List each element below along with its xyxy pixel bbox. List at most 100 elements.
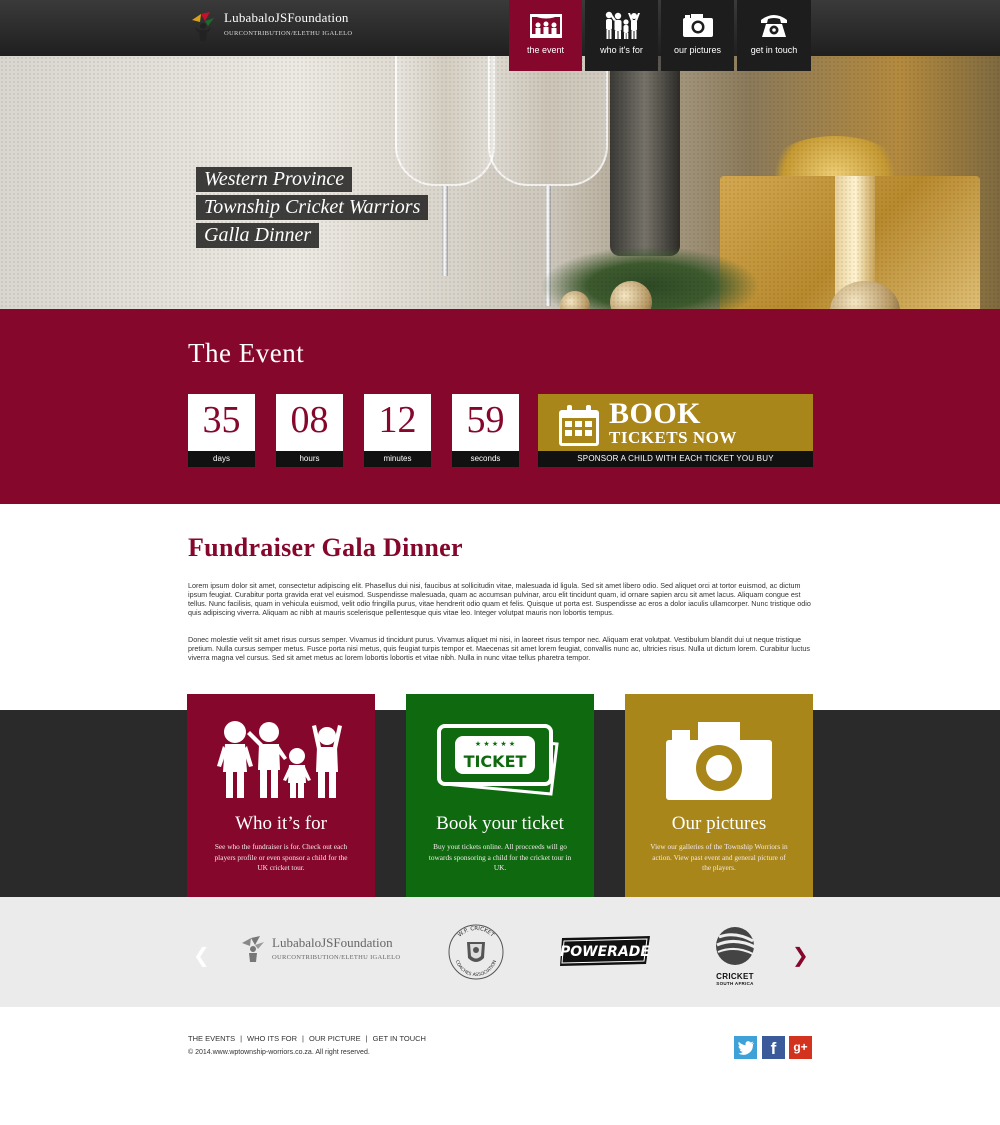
event-title: The Event	[188, 338, 305, 368]
svg-text:★ ★ ★ ★ ★: ★ ★ ★ ★ ★	[475, 740, 515, 748]
footer-links: THE EVENTS | WHO ITS FOR | OUR PICTURE |…	[188, 1034, 426, 1043]
card-who-its-for[interactable]: Who it’s for See who the fundraiser is f…	[187, 694, 375, 897]
countdown-label: minutes	[364, 451, 431, 467]
countdown-label: seconds	[452, 451, 519, 467]
ticket-icon: ★ ★ ★ ★ ★ TICKET	[406, 720, 594, 800]
card-title: Book your ticket	[436, 813, 564, 834]
nav-item-our-pictures[interactable]: our pictures	[661, 0, 734, 71]
sponsor-name: LubabaloJSFoundation	[272, 935, 393, 950]
hero-line: Township Cricket Warriors	[196, 195, 429, 220]
google-plus-glyph: g+	[793, 1040, 808, 1054]
nav-label: get in touch	[750, 45, 798, 55]
google-plus-icon[interactable]: g+	[789, 1036, 812, 1059]
sponsor-powerade-text: POWERADE	[560, 944, 650, 960]
countdown-hours: 08 hours	[276, 394, 343, 467]
countdown-minutes: 12 minutes	[364, 394, 431, 467]
sponsors-strip: ❮ LubabaloJSFoundation OURCONTRIBUTION/E…	[0, 897, 1000, 1007]
footer-separator: |	[240, 1034, 243, 1043]
sponsor-tagline: OURCONTRIBUTION/ELETHU IGALELO	[272, 954, 401, 961]
kids-icon	[187, 720, 375, 800]
paragraph: Donec molestie velit sit amet risus curs…	[188, 635, 810, 662]
sponsor-cricket-sub: SOUTH AFRICA	[716, 981, 754, 986]
content-title: Fundraiser Gala Dinner	[188, 533, 463, 562]
countdown-label: days	[188, 451, 255, 467]
nav-item-who-its-for[interactable]: who it's for	[585, 0, 658, 71]
ticket-word: TICKET	[464, 752, 527, 771]
card-title: Who it’s for	[235, 813, 327, 834]
champagne-glass-image	[488, 56, 608, 186]
facebook-glyph: f	[770, 1039, 777, 1058]
gift-bow-image	[760, 136, 910, 226]
camera-icon	[625, 720, 813, 800]
event-section: The Event 35 days 08 hours 12 minutes 59…	[0, 309, 1000, 504]
sponsor-logo-powerade[interactable]: POWERADE	[558, 934, 652, 973]
top-bar: LubabaloJSFoundation OURCONTRIBUTION/ELE…	[0, 0, 1000, 56]
countdown-value: 59	[466, 399, 505, 441]
chevron-left-icon[interactable]: ❮	[193, 943, 210, 967]
copyright: © 2014.www.wptownship-worriors.co.za. Al…	[188, 1049, 370, 1056]
kids-icon	[603, 10, 641, 40]
card-our-pictures[interactable]: Our pictures View our galleries of the T…	[625, 694, 813, 897]
book-tickets-button[interactable]: BOOK TICKETS NOW SPONSOR A CHILD WITH EA…	[538, 394, 813, 467]
card-text: View our galleries of the Township Worri…	[650, 842, 788, 872]
ornament-image	[610, 281, 652, 309]
hero-title: Western Province Township Cricket Warrio…	[196, 167, 429, 251]
nav-item-the-event[interactable]: the event	[509, 0, 582, 71]
footer-link-our-picture[interactable]: OUR PICTURE	[309, 1034, 361, 1043]
camera-icon	[682, 10, 714, 40]
nav-label: who it's for	[600, 45, 643, 55]
champagne-bottle-image	[610, 56, 680, 256]
sponsor-logo-wp-cricket[interactable]: W.P. CRICKET COACHES ASSOCIATION	[446, 922, 506, 987]
sponsor-arc-bottom: COACHES ASSOCIATION	[454, 959, 498, 978]
pine-branch-image	[540, 246, 760, 309]
twitter-icon[interactable]	[734, 1036, 757, 1059]
nav-label: our pictures	[673, 45, 722, 55]
footer-link-the-events[interactable]: THE EVENTS	[188, 1034, 235, 1043]
hero-banner: Western Province Township Cricket Warrio…	[0, 56, 1000, 309]
countdown-value: 35	[202, 399, 241, 441]
countdown-value: 08	[290, 399, 329, 441]
sponsor-strip: SPONSOR A CHILD WITH EACH TICKET YOU BUY	[538, 451, 813, 467]
facebook-icon[interactable]: f	[762, 1036, 785, 1059]
nav-label: the event	[526, 45, 565, 55]
calendar-icon	[558, 404, 600, 453]
paragraph: Lorem ipsum dolor sit amet, consectetur …	[188, 581, 811, 617]
sponsor-logo-foundation[interactable]: LubabaloJSFoundation OURCONTRIBUTION/ELE…	[238, 935, 400, 963]
main-nav: the event who it's for our pictures get …	[509, 0, 811, 71]
foundation-logo-icon	[242, 936, 264, 962]
gift-ribbon-image	[835, 176, 875, 309]
logo-name: LubabaloJSFoundation	[224, 10, 349, 25]
glass-stem-image	[442, 186, 448, 276]
card-text: Buy yout tickets online. All procceeds w…	[428, 842, 572, 872]
book-sublabel: TICKETS NOW	[609, 428, 737, 447]
theatre-icon	[529, 10, 563, 40]
logo-tagline: OURCONTRIBUTION/ELETHU IGALELO	[224, 30, 353, 37]
card-book-your-ticket[interactable]: ★ ★ ★ ★ ★ TICKET Book your ticket Buy yo…	[406, 694, 594, 897]
countdown-seconds: 59 seconds	[452, 394, 519, 467]
ornament-image	[560, 291, 590, 309]
hero-line: Galla Dinner	[196, 223, 320, 248]
footer-separator: |	[302, 1034, 304, 1043]
gift-box-image	[720, 176, 980, 309]
book-label: BOOK	[609, 397, 702, 430]
countdown-value: 12	[378, 399, 417, 441]
footer-link-get-in-touch[interactable]: GET IN TOUCH	[373, 1034, 426, 1043]
card-text: See who the fundraiser is for. Check out…	[214, 842, 348, 872]
footer-separator: |	[365, 1034, 368, 1043]
countdown-label: hours	[276, 451, 343, 467]
glass-stem-image	[545, 186, 551, 306]
hero-line: Western Province	[196, 167, 353, 192]
card-title: Our pictures	[671, 813, 767, 834]
ornament-image	[830, 281, 900, 309]
telephone-icon	[759, 10, 789, 40]
nav-item-get-in-touch[interactable]: get in touch	[737, 0, 811, 71]
sponsor-cricket-name: CRICKET	[716, 972, 754, 981]
sponsor-logo-cricket-sa[interactable]: CRICKET SOUTH AFRICA	[711, 925, 759, 986]
chevron-right-icon[interactable]: ❯	[792, 943, 809, 967]
foundation-logo-icon	[188, 10, 218, 42]
footer-link-who-its-for[interactable]: WHO ITS FOR	[247, 1034, 297, 1043]
svg-text:COACHES ASSOCIATION: COACHES ASSOCIATION	[454, 959, 498, 978]
cricket-ball-icon	[716, 927, 756, 965]
site-logo[interactable]: LubabaloJSFoundation OURCONTRIBUTION/ELE…	[188, 10, 352, 46]
countdown-days: 35 days	[188, 394, 255, 467]
